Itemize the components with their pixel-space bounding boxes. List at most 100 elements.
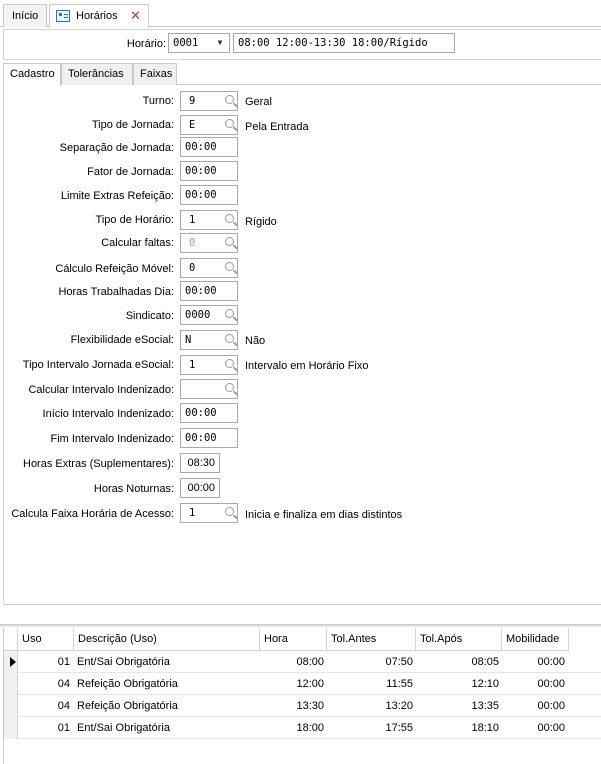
calcular-intervalo-lookup[interactable] xyxy=(180,379,238,399)
tab-inicio[interactable]: Início xyxy=(3,4,47,27)
search-icon[interactable] xyxy=(225,214,234,223)
horas-extras-label: Horas Extras (Suplementares): xyxy=(23,458,174,470)
chevron-down-icon[interactable]: ▼ xyxy=(211,34,229,52)
table-row[interactable]: 04 Refeição Obrigatória 12:00 11:55 12:1… xyxy=(4,673,601,695)
horas-extras-field[interactable]: 08:30 xyxy=(180,453,220,473)
search-icon[interactable] xyxy=(225,383,234,392)
cell-hora: 08:00 xyxy=(296,656,324,668)
tipo-jornada-label: Tipo de Jornada: xyxy=(91,119,174,131)
faixa-horaria-label: Calcula Faixa Horária de Acesso: xyxy=(11,508,174,520)
tipo-horario-desc: Rígido xyxy=(245,216,277,228)
inicio-intervalo-value: 00:00 xyxy=(185,407,217,419)
fator-jornada-value: 00:00 xyxy=(185,165,217,177)
table-row[interactable]: 01 Ent/Sai Obrigatória 18:00 17:55 18:10… xyxy=(4,717,601,739)
cell-uso: 01 xyxy=(57,722,70,734)
cell-tol-antes: 07:50 xyxy=(385,656,413,668)
table-row[interactable]: 04 Refeição Obrigatória 13:30 13:20 13:3… xyxy=(4,695,601,717)
faixa-horaria-desc: Inicia e finaliza em dias distintos xyxy=(245,509,403,521)
tipo-intervalo-label: Tipo Intervalo Jornada eSocial: xyxy=(22,359,174,371)
splitter-handle[interactable] xyxy=(0,624,601,627)
col-header-uso[interactable]: Uso xyxy=(18,628,74,651)
col-header-hora[interactable]: Hora xyxy=(260,628,327,651)
col-header-descricao[interactable]: Descrição (Uso) xyxy=(74,628,260,651)
sindicato-value: 0000 xyxy=(185,309,211,321)
table-row[interactable]: 01 Ent/Sai Obrigatória 08:00 07:50 08:05… xyxy=(4,651,601,673)
row-indicator xyxy=(4,717,18,739)
tipo-horario-lookup[interactable]: 1 xyxy=(180,210,238,230)
inicio-intervalo-label: Início Intervalo Indenizado: xyxy=(42,408,174,420)
search-icon[interactable] xyxy=(225,507,234,516)
faixa-horaria-lookup[interactable]: 1 xyxy=(180,503,238,523)
fator-jornada-field[interactable]: 00:00 xyxy=(180,161,238,181)
search-icon[interactable] xyxy=(225,95,234,104)
tab-tolerancias-label: Tolerâncias xyxy=(68,68,124,80)
calcular-faltas-lookup[interactable]: 0 xyxy=(180,233,238,253)
cell-tol-apos: 12:10 xyxy=(471,678,499,690)
sindicato-lookup[interactable]: 0000 xyxy=(180,305,238,325)
grid-corner xyxy=(4,628,18,651)
document-tabs: Início Horários ✕ xyxy=(0,0,601,28)
search-icon[interactable] xyxy=(225,309,234,318)
flexibilidade-label: Flexibilidade eSocial: xyxy=(70,334,174,346)
tab-inicio-label: Início xyxy=(12,10,39,22)
tab-horarios[interactable]: Horários ✕ xyxy=(49,4,149,28)
tab-tolerancias[interactable]: Tolerâncias xyxy=(61,63,133,85)
divider xyxy=(3,604,601,605)
flexibilidade-value: N xyxy=(185,334,192,346)
col-header-mobilidade[interactable]: Mobilidade xyxy=(502,628,569,651)
tipo-jornada-lookup[interactable]: E xyxy=(180,115,238,135)
cell-hora: 13:30 xyxy=(296,700,324,712)
separacao-jornada-field[interactable]: 00:00 xyxy=(180,137,238,157)
calcular-faltas-value: 0 xyxy=(189,237,196,249)
cell-uso: 04 xyxy=(57,700,70,712)
separacao-jornada-label: Separação de Jornada: xyxy=(59,142,174,154)
calcular-faltas-label: Calcular faltas: xyxy=(101,237,174,249)
col-header-tol-antes[interactable]: Tol.Antes xyxy=(327,628,416,651)
calculo-refeicao-label: Cálculo Refeição Móvel: xyxy=(55,263,174,275)
calculo-refeicao-value: 0 xyxy=(189,262,196,274)
fim-intervalo-label: Fim Intervalo Indenizado: xyxy=(50,433,174,445)
search-icon[interactable] xyxy=(225,359,234,368)
turno-lookup[interactable]: 9 xyxy=(180,91,238,111)
sindicato-label: Sindicato: xyxy=(125,310,174,322)
tipo-intervalo-lookup[interactable]: 1 xyxy=(180,355,238,375)
inicio-intervalo-field[interactable]: 00:00 xyxy=(180,403,238,423)
close-icon[interactable]: ✕ xyxy=(130,5,141,27)
horas-noturnas-field[interactable]: 00:00 xyxy=(180,478,220,498)
flexibilidade-lookup[interactable]: N xyxy=(180,330,238,350)
tipo-horario-label: Tipo de Horário: xyxy=(95,214,174,226)
form-icon xyxy=(56,10,70,22)
horario-description-field[interactable]: 08:00 12:00-13:30 18:00/Rígido xyxy=(233,33,455,53)
tab-cadastro[interactable]: Cadastro xyxy=(3,63,61,86)
fim-intervalo-value: 00:00 xyxy=(185,432,217,444)
tab-cadastro-label: Cadastro xyxy=(10,68,55,80)
search-icon[interactable] xyxy=(225,334,234,343)
col-header-tol-apos[interactable]: Tol.Após xyxy=(416,628,502,651)
tab-faixas-label: Faixas xyxy=(140,68,173,80)
cell-mobilidade: 00:00 xyxy=(537,722,565,734)
horario-description: 08:00 12:00-13:30 18:00/Rígido xyxy=(238,37,428,49)
cell-descricao: Refeição Obrigatória xyxy=(77,700,178,712)
cell-tol-antes: 11:55 xyxy=(386,678,413,690)
cell-tol-antes: 13:20 xyxy=(385,700,413,712)
tab-faixas[interactable]: Faixas xyxy=(133,63,177,85)
cell-descricao: Ent/Sai Obrigatória xyxy=(77,656,170,668)
calculo-refeicao-lookup[interactable]: 0 xyxy=(180,258,238,278)
horario-label: Horário: xyxy=(126,38,166,50)
horario-select[interactable]: 0001 ▼ xyxy=(168,33,230,53)
cell-tol-apos: 08:05 xyxy=(471,656,499,668)
flexibilidade-desc: Não xyxy=(245,335,266,347)
fim-intervalo-field[interactable]: 00:00 xyxy=(180,428,238,448)
row-indicator xyxy=(4,695,18,717)
turno-label: Turno: xyxy=(142,95,174,107)
search-icon[interactable] xyxy=(225,237,234,246)
cell-tol-antes: 17:55 xyxy=(385,722,413,734)
tipo-horario-value: 1 xyxy=(189,214,196,226)
horas-trabalhadas-field[interactable]: 00:00 xyxy=(180,281,238,301)
limite-extras-field[interactable]: 00:00 xyxy=(180,185,238,205)
search-icon[interactable] xyxy=(225,119,234,128)
cell-mobilidade: 00:00 xyxy=(537,678,565,690)
search-icon[interactable] xyxy=(225,262,234,271)
fator-jornada-label: Fator de Jornada: xyxy=(87,166,174,178)
marcacoes-grid: Uso Descrição (Uso) Hora Tol.Antes Tol.A… xyxy=(3,628,601,764)
